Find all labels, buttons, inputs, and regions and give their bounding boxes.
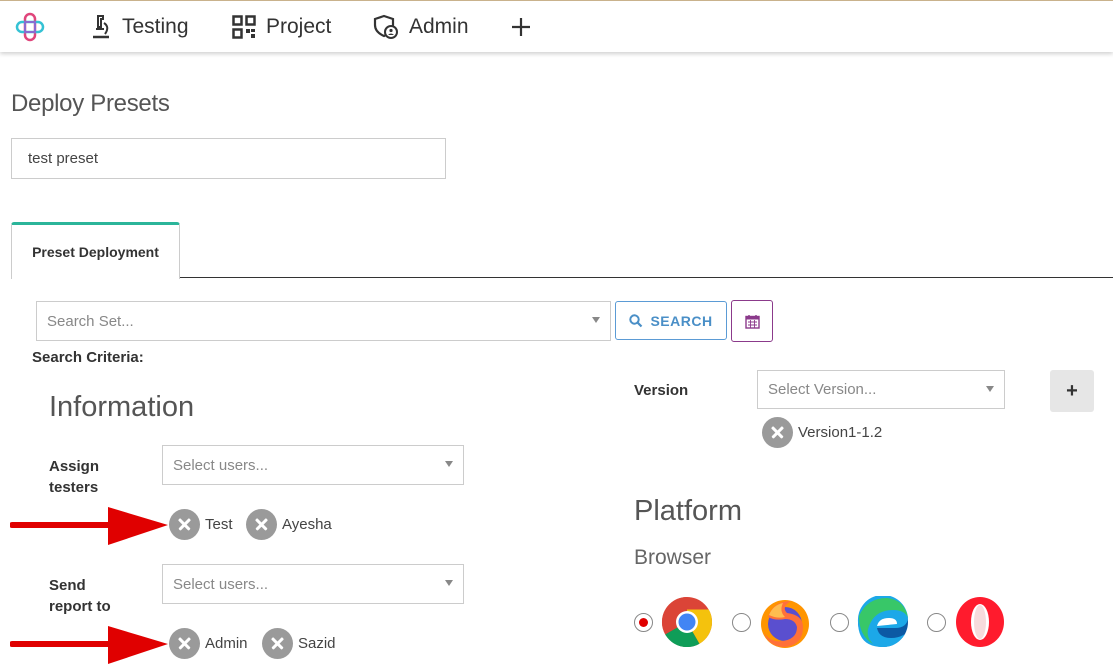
report-user-chip-label: Admin bbox=[205, 635, 248, 652]
version-label: Version bbox=[634, 382, 689, 399]
annotation-arrow-icon bbox=[10, 507, 168, 545]
send-report-label-line1: Send bbox=[49, 577, 86, 594]
admin-shield-user-icon bbox=[373, 14, 398, 39]
firefox-icon[interactable] bbox=[759, 597, 811, 649]
tester-chip: Test bbox=[169, 509, 233, 540]
plus-icon bbox=[512, 18, 530, 36]
tester-chip-label: Ayesha bbox=[282, 516, 332, 533]
calendar-button[interactable] bbox=[731, 300, 773, 342]
browser-radio-opera[interactable] bbox=[927, 613, 946, 632]
tab-divider bbox=[180, 277, 1113, 278]
annotation-arrow-icon bbox=[10, 626, 168, 664]
opera-icon[interactable] bbox=[954, 596, 1006, 648]
version-chip-label: Version1-1.2 bbox=[798, 424, 883, 441]
chevron-down-icon bbox=[445, 461, 453, 467]
page-title: Deploy Presets bbox=[11, 90, 170, 117]
search-criteria-label: Search Criteria: bbox=[32, 349, 144, 366]
add-version-button[interactable]: + bbox=[1050, 370, 1094, 412]
microscope-icon bbox=[93, 15, 109, 39]
nav-admin-label: Admin bbox=[409, 15, 469, 38]
search-icon bbox=[629, 313, 643, 327]
send-report-label-line2: report to bbox=[49, 598, 111, 615]
top-navbar: Testing Project Admin bbox=[0, 0, 1113, 52]
tester-chip: Ayesha bbox=[246, 509, 332, 540]
app-logo-icon[interactable] bbox=[14, 11, 46, 43]
nav-add-button[interactable] bbox=[511, 12, 535, 42]
calendar-icon bbox=[744, 314, 760, 329]
assign-testers-label-line2: testers bbox=[49, 479, 99, 496]
assign-testers-label-line1: Assign bbox=[49, 458, 100, 475]
remove-icon[interactable] bbox=[762, 417, 793, 448]
browser-radio-chrome[interactable] bbox=[634, 613, 653, 632]
version-select[interactable]: Select Version... bbox=[757, 370, 1005, 409]
version-chip: Version1-1.2 bbox=[762, 417, 882, 448]
nav-admin[interactable]: Admin bbox=[373, 12, 469, 42]
chevron-down-icon bbox=[986, 385, 994, 392]
search-set-select[interactable]: Search Set... bbox=[36, 301, 611, 341]
report-user-chip: Admin bbox=[169, 628, 248, 659]
assign-testers-select[interactable]: Select users... bbox=[162, 445, 464, 485]
chevron-down-icon bbox=[445, 580, 453, 586]
assign-testers-label: Assign testers bbox=[49, 456, 99, 498]
chevron-down-icon bbox=[592, 317, 600, 323]
nav-project[interactable]: Project bbox=[232, 12, 331, 42]
send-report-label: Send report to bbox=[49, 575, 111, 617]
chrome-icon[interactable] bbox=[661, 596, 713, 648]
nav-testing-label: Testing bbox=[122, 15, 189, 38]
search-set-placeholder: Search Set... bbox=[47, 312, 134, 330]
nav-testing[interactable]: Testing bbox=[90, 12, 189, 42]
assign-testers-placeholder: Select users... bbox=[173, 456, 269, 474]
remove-icon[interactable] bbox=[169, 628, 200, 659]
send-report-placeholder: Select users... bbox=[173, 575, 269, 593]
remove-icon[interactable] bbox=[169, 509, 200, 540]
tab-preset-deployment-label: Preset Deployment bbox=[32, 244, 159, 260]
report-user-chip-label: Sazid bbox=[298, 635, 336, 652]
report-user-chip: Sazid bbox=[262, 628, 336, 659]
version-placeholder: Select Version... bbox=[768, 381, 877, 398]
search-button-label: SEARCH bbox=[650, 312, 713, 329]
browser-radio-firefox[interactable] bbox=[732, 613, 751, 632]
tab-preset-deployment[interactable]: Preset Deployment bbox=[11, 222, 180, 279]
send-report-select[interactable]: Select users... bbox=[162, 564, 464, 604]
qr-grid-icon bbox=[232, 15, 256, 39]
edge-icon[interactable] bbox=[857, 596, 909, 648]
remove-icon[interactable] bbox=[246, 509, 277, 540]
search-button[interactable]: SEARCH bbox=[615, 301, 727, 340]
platform-title: Platform bbox=[634, 495, 742, 527]
tester-chip-label: Test bbox=[205, 516, 233, 533]
preset-name-input[interactable] bbox=[11, 138, 446, 179]
browser-radio-edge[interactable] bbox=[830, 613, 849, 632]
information-title: Information bbox=[49, 391, 195, 423]
nav-project-label: Project bbox=[266, 15, 332, 38]
remove-icon[interactable] bbox=[262, 628, 293, 659]
browser-label: Browser bbox=[634, 546, 712, 569]
